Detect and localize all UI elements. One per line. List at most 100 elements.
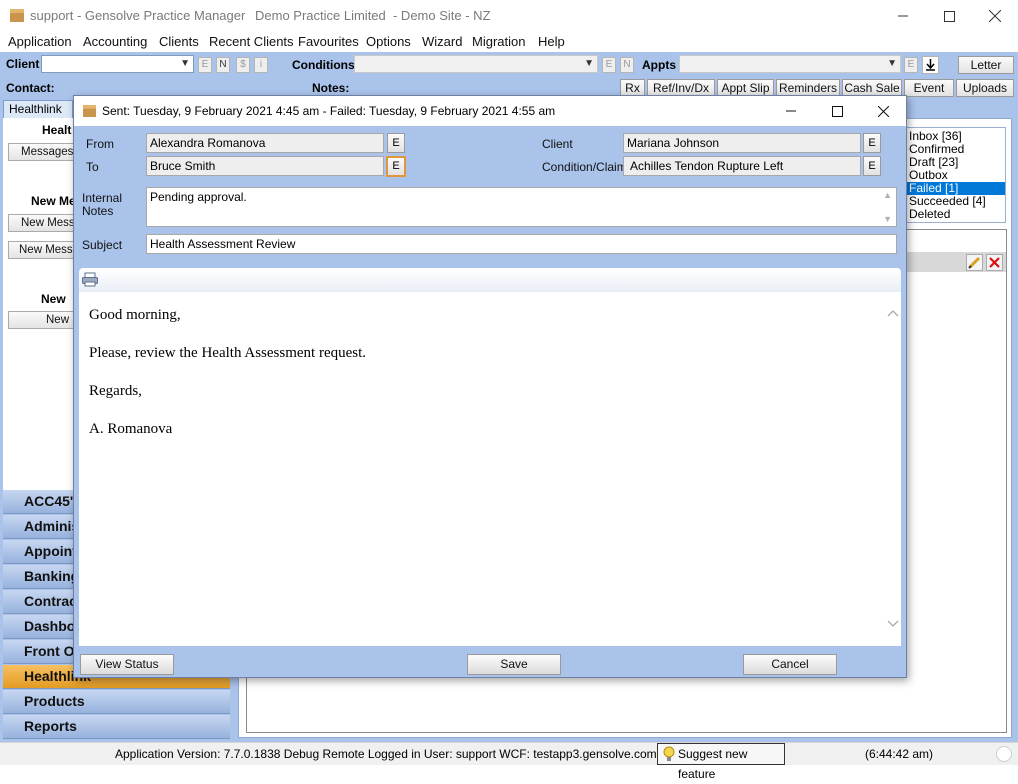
maximize-button[interactable] [926, 0, 972, 32]
message-dialog: Sent: Tuesday, 9 February 2021 4:45 am -… [73, 95, 907, 678]
from-edit-button[interactable]: E [387, 133, 405, 153]
event-button[interactable]: Event [904, 79, 954, 97]
menu-wizard[interactable]: Wizard [422, 34, 462, 49]
close-icon [877, 105, 889, 117]
cancel-button[interactable]: Cancel [743, 654, 837, 675]
app-icon [83, 105, 96, 117]
appts-combo[interactable]: ▼ [679, 55, 901, 73]
close-button[interactable] [972, 0, 1018, 32]
scroll-up-icon: ▲ [883, 190, 892, 200]
message-body-editor[interactable]: Good morning, Please, review the Health … [79, 292, 901, 646]
client-combo[interactable]: ▼ [41, 55, 194, 73]
nav-reports[interactable]: Reports [3, 715, 230, 739]
conditions-e-button[interactable]: E [602, 57, 616, 73]
suggest-feature-button[interactable]: Suggest new feature [657, 743, 785, 781]
body-line-1: Good morning, [89, 307, 181, 323]
new-message-button-1[interactable]: New Messa [8, 214, 78, 232]
delete-row-button[interactable] [986, 254, 1003, 271]
status-bar: Application Version: 7.7.0.1838 Debug Re… [0, 742, 1018, 781]
window-title: support - Gensolve Practice Manager [30, 8, 246, 23]
view-status-button[interactable]: View Status [80, 654, 174, 675]
contact-label: Contact: [6, 81, 55, 95]
practice-title: Demo Practice Limited - Demo Site - NZ [255, 8, 491, 23]
status-indicator [996, 746, 1012, 762]
print-icon[interactable] [82, 272, 98, 287]
save-button[interactable]: Save [467, 654, 561, 675]
menu-migration[interactable]: Migration [472, 34, 525, 49]
scroll-down-icon: ▼ [883, 214, 892, 224]
pencil-icon [968, 256, 981, 269]
edit-row-button[interactable] [966, 254, 983, 271]
internal-notes-field[interactable]: Pending approval. ▲ ▼ [146, 187, 897, 227]
tab-healthlink[interactable]: Healthlink [3, 100, 73, 118]
from-label: From [86, 137, 114, 151]
dialog-close-button[interactable] [860, 96, 906, 126]
download-button[interactable] [922, 56, 939, 74]
to-field[interactable]: Bruce Smith [146, 156, 384, 176]
internal-notes-label-line2: Notes [82, 204, 114, 218]
folder-deleted[interactable]: Deleted [907, 208, 1005, 221]
internal-notes-label-line1: Internal [82, 191, 123, 205]
dialog-title-bar: Sent: Tuesday, 9 February 2021 4:45 am -… [74, 96, 906, 126]
new-message-button-2[interactable]: New Messa [8, 241, 78, 259]
appts-label: Appts [642, 58, 676, 72]
main-title-bar: support - Gensolve Practice Manager Demo… [0, 0, 1018, 32]
menu-recent-clients[interactable]: Recent Clients [209, 34, 294, 49]
menu-bar: Application Accounting Clients Recent Cl… [0, 32, 1018, 52]
client-label: Client [6, 57, 40, 71]
menu-options[interactable]: Options [366, 34, 411, 49]
subject-label: Subject [82, 238, 123, 252]
conditions-combo[interactable]: ▼ [354, 55, 598, 73]
chevron-down-icon: ▼ [887, 58, 897, 69]
folder-list: Inbox [36] Confirmed Draft [23] Outbox F… [906, 127, 1006, 223]
conditions-n-button[interactable]: N [620, 57, 634, 73]
internal-notes-text: Pending approval. [150, 190, 247, 204]
minimize-button[interactable] [880, 0, 926, 32]
chevron-down-icon: ▼ [584, 58, 594, 69]
messages-button[interactable]: Messages [8, 143, 78, 161]
letter-button[interactable]: Letter [958, 56, 1014, 74]
condition-field[interactable]: Achilles Tendon Rupture Left [623, 156, 861, 176]
client-info-button[interactable]: i [254, 57, 268, 73]
notes-label: Notes: [312, 81, 350, 95]
client-field[interactable]: Mariana Johnson [623, 133, 861, 153]
editor-toolbar [79, 268, 901, 292]
nav-products[interactable]: Products [3, 690, 230, 714]
suggest-feature-label: Suggest new feature [678, 747, 748, 781]
menu-clients[interactable]: Clients [159, 34, 199, 49]
client-label: Client [542, 137, 573, 151]
scroll-down-icon[interactable] [887, 620, 899, 628]
dialog-maximize-button[interactable] [814, 96, 860, 126]
client-dollar-button[interactable]: $ [236, 57, 250, 73]
maximize-icon [943, 10, 955, 22]
sidebar-heading-2: New Me [31, 194, 76, 208]
to-edit-button[interactable]: E [386, 156, 406, 177]
body-line-2: Please, review the Health Assessment req… [89, 345, 367, 361]
lightbulb-icon [663, 746, 675, 761]
minimize-icon [786, 110, 796, 112]
conditions-label: Conditions [292, 58, 355, 72]
appts-e-button[interactable]: E [904, 57, 918, 73]
sidebar-heading-1: Healt [42, 123, 72, 137]
client-n-button[interactable]: N [216, 57, 230, 73]
scroll-up-icon[interactable] [887, 309, 899, 317]
delete-icon [989, 257, 1000, 268]
condition-edit-button[interactable]: E [863, 156, 881, 176]
uploads-button[interactable]: Uploads [956, 79, 1014, 97]
from-field[interactable]: Alexandra Romanova [146, 133, 384, 153]
new-button[interactable]: New [8, 311, 78, 329]
minimize-icon [898, 15, 908, 17]
body-line-3: Regards, [89, 383, 142, 399]
menu-favourites[interactable]: Favourites [298, 34, 359, 49]
menu-application[interactable]: Application [8, 34, 72, 49]
client-e-button[interactable]: E [198, 57, 212, 73]
menu-accounting[interactable]: Accounting [83, 34, 147, 49]
menu-help[interactable]: Help [538, 34, 565, 49]
dialog-title: Sent: Tuesday, 9 February 2021 4:45 am -… [102, 104, 556, 118]
body-line-4: A. Romanova [89, 421, 173, 437]
dialog-minimize-button[interactable] [768, 96, 814, 126]
subject-field[interactable]: Health Assessment Review [146, 234, 897, 254]
client-edit-button[interactable]: E [863, 133, 881, 153]
clock-text: (6:44:42 am) [865, 747, 934, 761]
tab-healthlink-label: Healthlink [9, 102, 62, 116]
